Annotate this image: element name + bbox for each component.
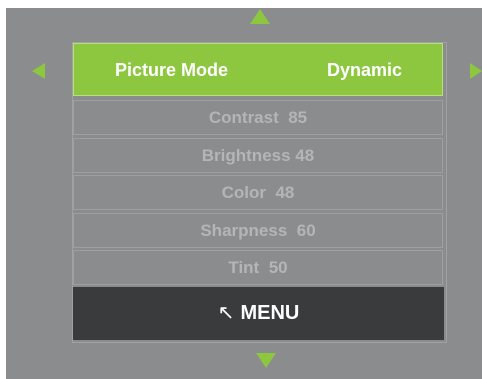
contrast-label: Contrast [208,108,279,127]
tint-label: Tint [228,258,260,277]
tint-value: 50 [268,258,288,277]
sharpness-value: 60 [296,221,316,240]
sharpness-row[interactable]: Sharpness 60 [73,213,443,248]
back-arrow-icon: ↖ [217,302,235,324]
arrow-left-icon[interactable] [32,63,45,79]
brightness-row[interactable]: Brightness 48 [73,138,443,173]
color-value: 48 [275,183,295,202]
contrast-value: 85 [288,108,308,127]
arrow-right-icon[interactable] [470,63,482,79]
contrast-row[interactable]: Contrast 85 [73,100,443,135]
picture-mode-value: Dynamic [327,60,403,80]
tint-row[interactable]: Tint 50 [73,250,443,285]
color-row[interactable]: Color 48 [73,175,443,210]
color-label: Color [221,183,266,202]
picture-mode-row[interactable]: Picture Mode Dynamic [73,43,443,96]
picture-mode-label: Picture Mode [115,60,229,80]
menu-back-button[interactable]: ↖ MENU [73,287,444,340]
brightness-label: Brightness [201,146,291,165]
brightness-value: 48 [295,146,315,165]
tv-osd-menu: Picture Mode Dynamic Contrast 85 Brightn… [0,0,482,379]
arrow-up-icon[interactable] [250,9,270,24]
menu-label: MENU [240,302,300,324]
arrow-down-icon[interactable] [256,353,276,368]
sharpness-label: Sharpness [200,221,288,240]
